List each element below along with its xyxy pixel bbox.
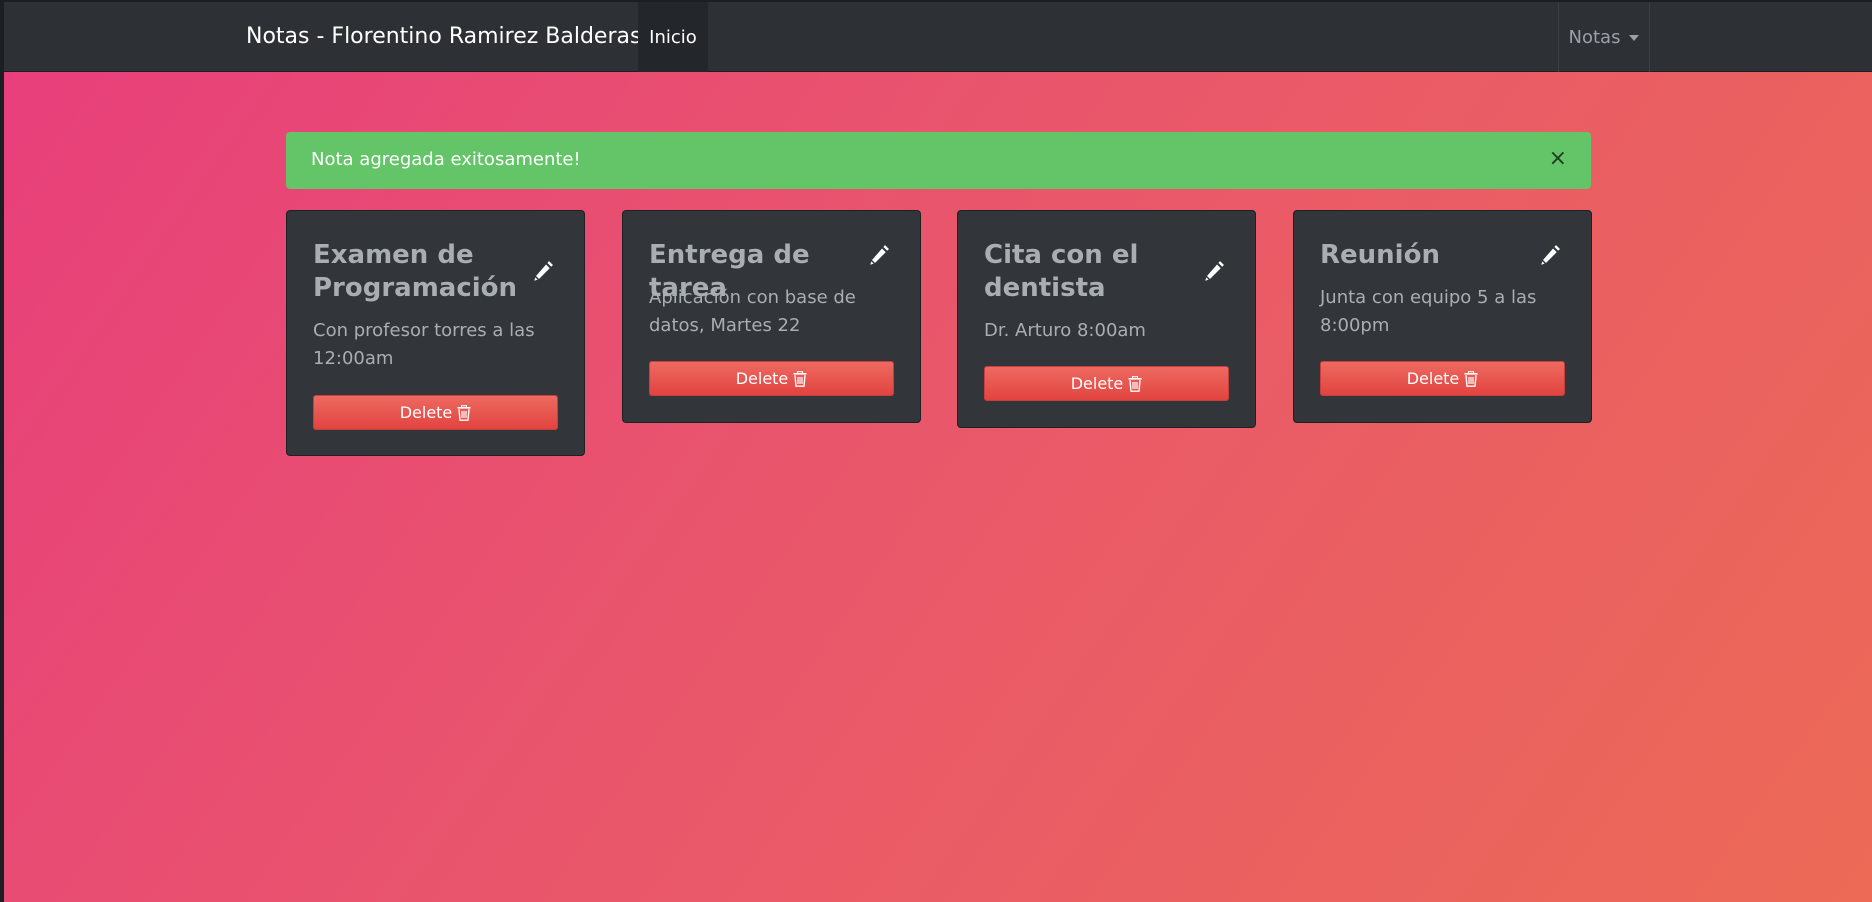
note-title: Reunión [1320,240,1440,270]
pencil-icon[interactable] [863,239,895,271]
note-card: Reunión Junta con equipo 5 a las 8:00pm … [1293,210,1592,423]
delete-button[interactable]: Delete [649,361,894,396]
caret-down-icon [1629,35,1640,41]
trash-icon [1464,370,1478,387]
trash-icon [1128,375,1142,392]
delete-button[interactable]: Delete [984,366,1229,401]
note-card: Examen de Programación Con profesor torr… [286,210,585,456]
delete-button-label: Delete [1406,369,1460,388]
note-title: Examen de Programación [313,240,518,303]
navbar-brand[interactable]: Notas - Florentino Ramirez Balderas [246,24,641,49]
window-frame-edge [0,0,4,902]
navbar: Notas - Florentino Ramirez Balderas Inic… [4,0,1872,72]
delete-button-label: Delete [1070,374,1124,393]
pencil-icon[interactable] [1198,255,1230,287]
nav-link-inicio-label: Inicio [649,26,697,48]
delete-button[interactable]: Delete [313,395,558,430]
notas-dropdown-toggle[interactable]: Notas [1558,2,1650,72]
delete-button[interactable]: Delete [1320,361,1565,396]
delete-button-label: Delete [735,369,789,388]
note-card: Cita con el dentista Dr. Arturo 8:00am D… [957,210,1256,428]
pencil-icon[interactable] [527,255,559,287]
trash-icon [457,404,471,421]
note-description: Dr. Arturo 8:00am [984,320,1146,341]
note-title: Cita con el dentista [984,240,1139,303]
success-alert: Nota agregada exitosamente! × [286,132,1591,189]
delete-button-label: Delete [399,403,453,422]
note-description: Junta con equipo 5 a las 8:00pm [1320,287,1537,336]
notas-dropdown-label: Notas [1568,26,1621,48]
alert-message: Nota agregada exitosamente! [311,149,581,170]
note-description: Aplicación con base de datos, Martes 22 [649,287,856,336]
note-description: Con profesor torres a las 12:00am [313,320,535,369]
nav-link-inicio[interactable]: Inicio [638,2,708,72]
close-icon[interactable]: × [1549,148,1567,170]
note-card: Entrega de tarea Aplicación con base de … [622,210,921,423]
trash-icon [793,370,807,387]
pencil-icon[interactable] [1534,239,1566,271]
